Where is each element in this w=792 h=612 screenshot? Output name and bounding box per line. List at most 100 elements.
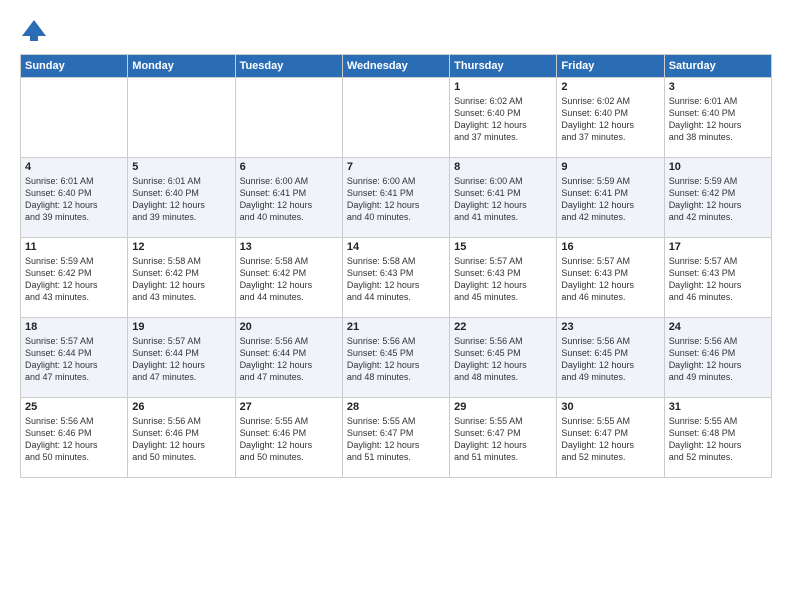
day-of-week-header: Monday: [128, 55, 235, 78]
day-number: 31: [669, 401, 767, 413]
day-number: 25: [25, 401, 123, 413]
day-of-week-header: Wednesday: [342, 55, 449, 78]
calendar-week-row: 18 Sunrise: 5:57 AM Sunset: 6:44 PM Dayli…: [21, 318, 772, 398]
day-number: 16: [561, 241, 659, 253]
day-number: 6: [240, 161, 338, 173]
cell-info: Sunrise: 6:02 AM Sunset: 6:40 PM Dayligh…: [561, 95, 659, 144]
cell-info: Sunrise: 5:59 AM Sunset: 6:42 PM Dayligh…: [25, 255, 123, 304]
day-number: 17: [669, 241, 767, 253]
cell-info: Sunrise: 5:57 AM Sunset: 6:44 PM Dayligh…: [25, 335, 123, 384]
calendar-cell: 28 Sunrise: 5:55 AM Sunset: 6:47 PM Dayli…: [342, 398, 449, 478]
calendar-cell: 14 Sunrise: 5:58 AM Sunset: 6:43 PM Dayli…: [342, 238, 449, 318]
day-of-week-header: Friday: [557, 55, 664, 78]
cell-info: Sunrise: 5:55 AM Sunset: 6:47 PM Dayligh…: [561, 415, 659, 464]
day-number: 4: [25, 161, 123, 173]
cell-info: Sunrise: 5:56 AM Sunset: 6:46 PM Dayligh…: [25, 415, 123, 464]
cell-info: Sunrise: 6:01 AM Sunset: 6:40 PM Dayligh…: [669, 95, 767, 144]
calendar-cell: 13 Sunrise: 5:58 AM Sunset: 6:42 PM Dayli…: [235, 238, 342, 318]
day-number: 18: [25, 321, 123, 333]
cell-info: Sunrise: 6:01 AM Sunset: 6:40 PM Dayligh…: [25, 175, 123, 224]
calendar-cell: 25 Sunrise: 5:56 AM Sunset: 6:46 PM Dayli…: [21, 398, 128, 478]
calendar-week-row: 25 Sunrise: 5:56 AM Sunset: 6:46 PM Dayli…: [21, 398, 772, 478]
calendar-cell: 24 Sunrise: 5:56 AM Sunset: 6:46 PM Dayli…: [664, 318, 771, 398]
cell-info: Sunrise: 5:58 AM Sunset: 6:42 PM Dayligh…: [132, 255, 230, 304]
cell-info: Sunrise: 6:00 AM Sunset: 6:41 PM Dayligh…: [454, 175, 552, 224]
calendar-cell: [342, 78, 449, 158]
calendar-cell: 5 Sunrise: 6:01 AM Sunset: 6:40 PM Daylig…: [128, 158, 235, 238]
cell-info: Sunrise: 5:56 AM Sunset: 6:44 PM Dayligh…: [240, 335, 338, 384]
calendar-cell: 26Sunrise: 5:56 AM Sunset: 6:46 PM Dayli…: [128, 398, 235, 478]
day-number: 19: [132, 321, 230, 333]
day-number: 7: [347, 161, 445, 173]
cell-info: Sunrise: 5:56 AM Sunset: 6:46 PM Dayligh…: [669, 335, 767, 384]
day-of-week-header: Sunday: [21, 55, 128, 78]
cell-info: Sunrise: 5:55 AM Sunset: 6:47 PM Dayligh…: [454, 415, 552, 464]
calendar-cell: 23 Sunrise: 5:56 AM Sunset: 6:45 PM Dayli…: [557, 318, 664, 398]
day-number: 22: [454, 321, 552, 333]
calendar-cell: 9Sunrise: 5:59 AM Sunset: 6:41 PM Daylig…: [557, 158, 664, 238]
calendar-cell: 11 Sunrise: 5:59 AM Sunset: 6:42 PM Dayli…: [21, 238, 128, 318]
header: [20, 16, 772, 44]
cell-info: Sunrise: 5:59 AM Sunset: 6:41 PM Dayligh…: [561, 175, 659, 224]
day-number: 5: [132, 161, 230, 173]
calendar-cell: 8 Sunrise: 6:00 AM Sunset: 6:41 PM Daylig…: [450, 158, 557, 238]
day-number: 11: [25, 241, 123, 253]
day-number: 3: [669, 81, 767, 93]
calendar-cell: 31 Sunrise: 5:55 AM Sunset: 6:48 PM Dayli…: [664, 398, 771, 478]
calendar-cell: 27 Sunrise: 5:55 AM Sunset: 6:46 PM Dayli…: [235, 398, 342, 478]
cell-info: Sunrise: 5:58 AM Sunset: 6:43 PM Dayligh…: [347, 255, 445, 304]
day-number: 20: [240, 321, 338, 333]
calendar-cell: [128, 78, 235, 158]
cell-info: Sunrise: 5:57 AM Sunset: 6:44 PM Dayligh…: [132, 335, 230, 384]
calendar-cell: 30 Sunrise: 5:55 AM Sunset: 6:47 PM Dayli…: [557, 398, 664, 478]
calendar-cell: 7 Sunrise: 6:00 AM Sunset: 6:41 PM Daylig…: [342, 158, 449, 238]
calendar-week-row: 4 Sunrise: 6:01 AM Sunset: 6:40 PM Daylig…: [21, 158, 772, 238]
cell-info: Sunrise: 5:55 AM Sunset: 6:48 PM Dayligh…: [669, 415, 767, 464]
day-of-week-header: Saturday: [664, 55, 771, 78]
calendar-table: SundayMondayTuesdayWednesdayThursdayFrid…: [20, 54, 772, 478]
logo-icon: [20, 16, 48, 44]
logo: [20, 16, 52, 44]
cell-info: Sunrise: 6:02 AM Sunset: 6:40 PM Dayligh…: [454, 95, 552, 144]
calendar-cell: 3 Sunrise: 6:01 AM Sunset: 6:40 PM Daylig…: [664, 78, 771, 158]
day-number: 15: [454, 241, 552, 253]
day-number: 2: [561, 81, 659, 93]
calendar-cell: 17Sunrise: 5:57 AM Sunset: 6:43 PM Dayli…: [664, 238, 771, 318]
cell-info: Sunrise: 5:56 AM Sunset: 6:45 PM Dayligh…: [347, 335, 445, 384]
calendar-header: SundayMondayTuesdayWednesdayThursdayFrid…: [21, 55, 772, 78]
cell-info: Sunrise: 5:59 AM Sunset: 6:42 PM Dayligh…: [669, 175, 767, 224]
cell-info: Sunrise: 5:58 AM Sunset: 6:42 PM Dayligh…: [240, 255, 338, 304]
calendar-cell: 6 Sunrise: 6:00 AM Sunset: 6:41 PM Daylig…: [235, 158, 342, 238]
day-number: 28: [347, 401, 445, 413]
day-number: 10: [669, 161, 767, 173]
day-number: 8: [454, 161, 552, 173]
calendar-week-row: 1 Sunrise: 6:02 AM Sunset: 6:40 PM Daylig…: [21, 78, 772, 158]
calendar-cell: 15 Sunrise: 5:57 AM Sunset: 6:43 PM Dayli…: [450, 238, 557, 318]
day-number: 24: [669, 321, 767, 333]
day-number: 21: [347, 321, 445, 333]
cell-info: Sunrise: 5:57 AM Sunset: 6:43 PM Dayligh…: [454, 255, 552, 304]
cell-info: Sunrise: 5:56 AM Sunset: 6:45 PM Dayligh…: [561, 335, 659, 384]
calendar-cell: 2 Sunrise: 6:02 AM Sunset: 6:40 PM Daylig…: [557, 78, 664, 158]
calendar-cell: [235, 78, 342, 158]
calendar-cell: 4 Sunrise: 6:01 AM Sunset: 6:40 PM Daylig…: [21, 158, 128, 238]
calendar-cell: 22Sunrise: 5:56 AM Sunset: 6:45 PM Dayli…: [450, 318, 557, 398]
calendar-cell: 10 Sunrise: 5:59 AM Sunset: 6:42 PM Dayli…: [664, 158, 771, 238]
cell-info: Sunrise: 5:57 AM Sunset: 6:43 PM Dayligh…: [561, 255, 659, 304]
cell-info: Sunrise: 5:55 AM Sunset: 6:47 PM Dayligh…: [347, 415, 445, 464]
day-number: 30: [561, 401, 659, 413]
calendar-week-row: 11 Sunrise: 5:59 AM Sunset: 6:42 PM Dayli…: [21, 238, 772, 318]
cell-info: Sunrise: 6:01 AM Sunset: 6:40 PM Dayligh…: [132, 175, 230, 224]
cell-info: Sunrise: 5:55 AM Sunset: 6:46 PM Dayligh…: [240, 415, 338, 464]
day-number: 23: [561, 321, 659, 333]
day-number: 14: [347, 241, 445, 253]
day-number: 13: [240, 241, 338, 253]
calendar-cell: [21, 78, 128, 158]
cell-info: Sunrise: 6:00 AM Sunset: 6:41 PM Dayligh…: [240, 175, 338, 224]
calendar-cell: 18 Sunrise: 5:57 AM Sunset: 6:44 PM Dayli…: [21, 318, 128, 398]
day-of-week-header: Thursday: [450, 55, 557, 78]
calendar-cell: 29Sunrise: 5:55 AM Sunset: 6:47 PM Dayli…: [450, 398, 557, 478]
day-number: 1: [454, 81, 552, 93]
day-number: 27: [240, 401, 338, 413]
cell-info: Sunrise: 6:00 AM Sunset: 6:41 PM Dayligh…: [347, 175, 445, 224]
